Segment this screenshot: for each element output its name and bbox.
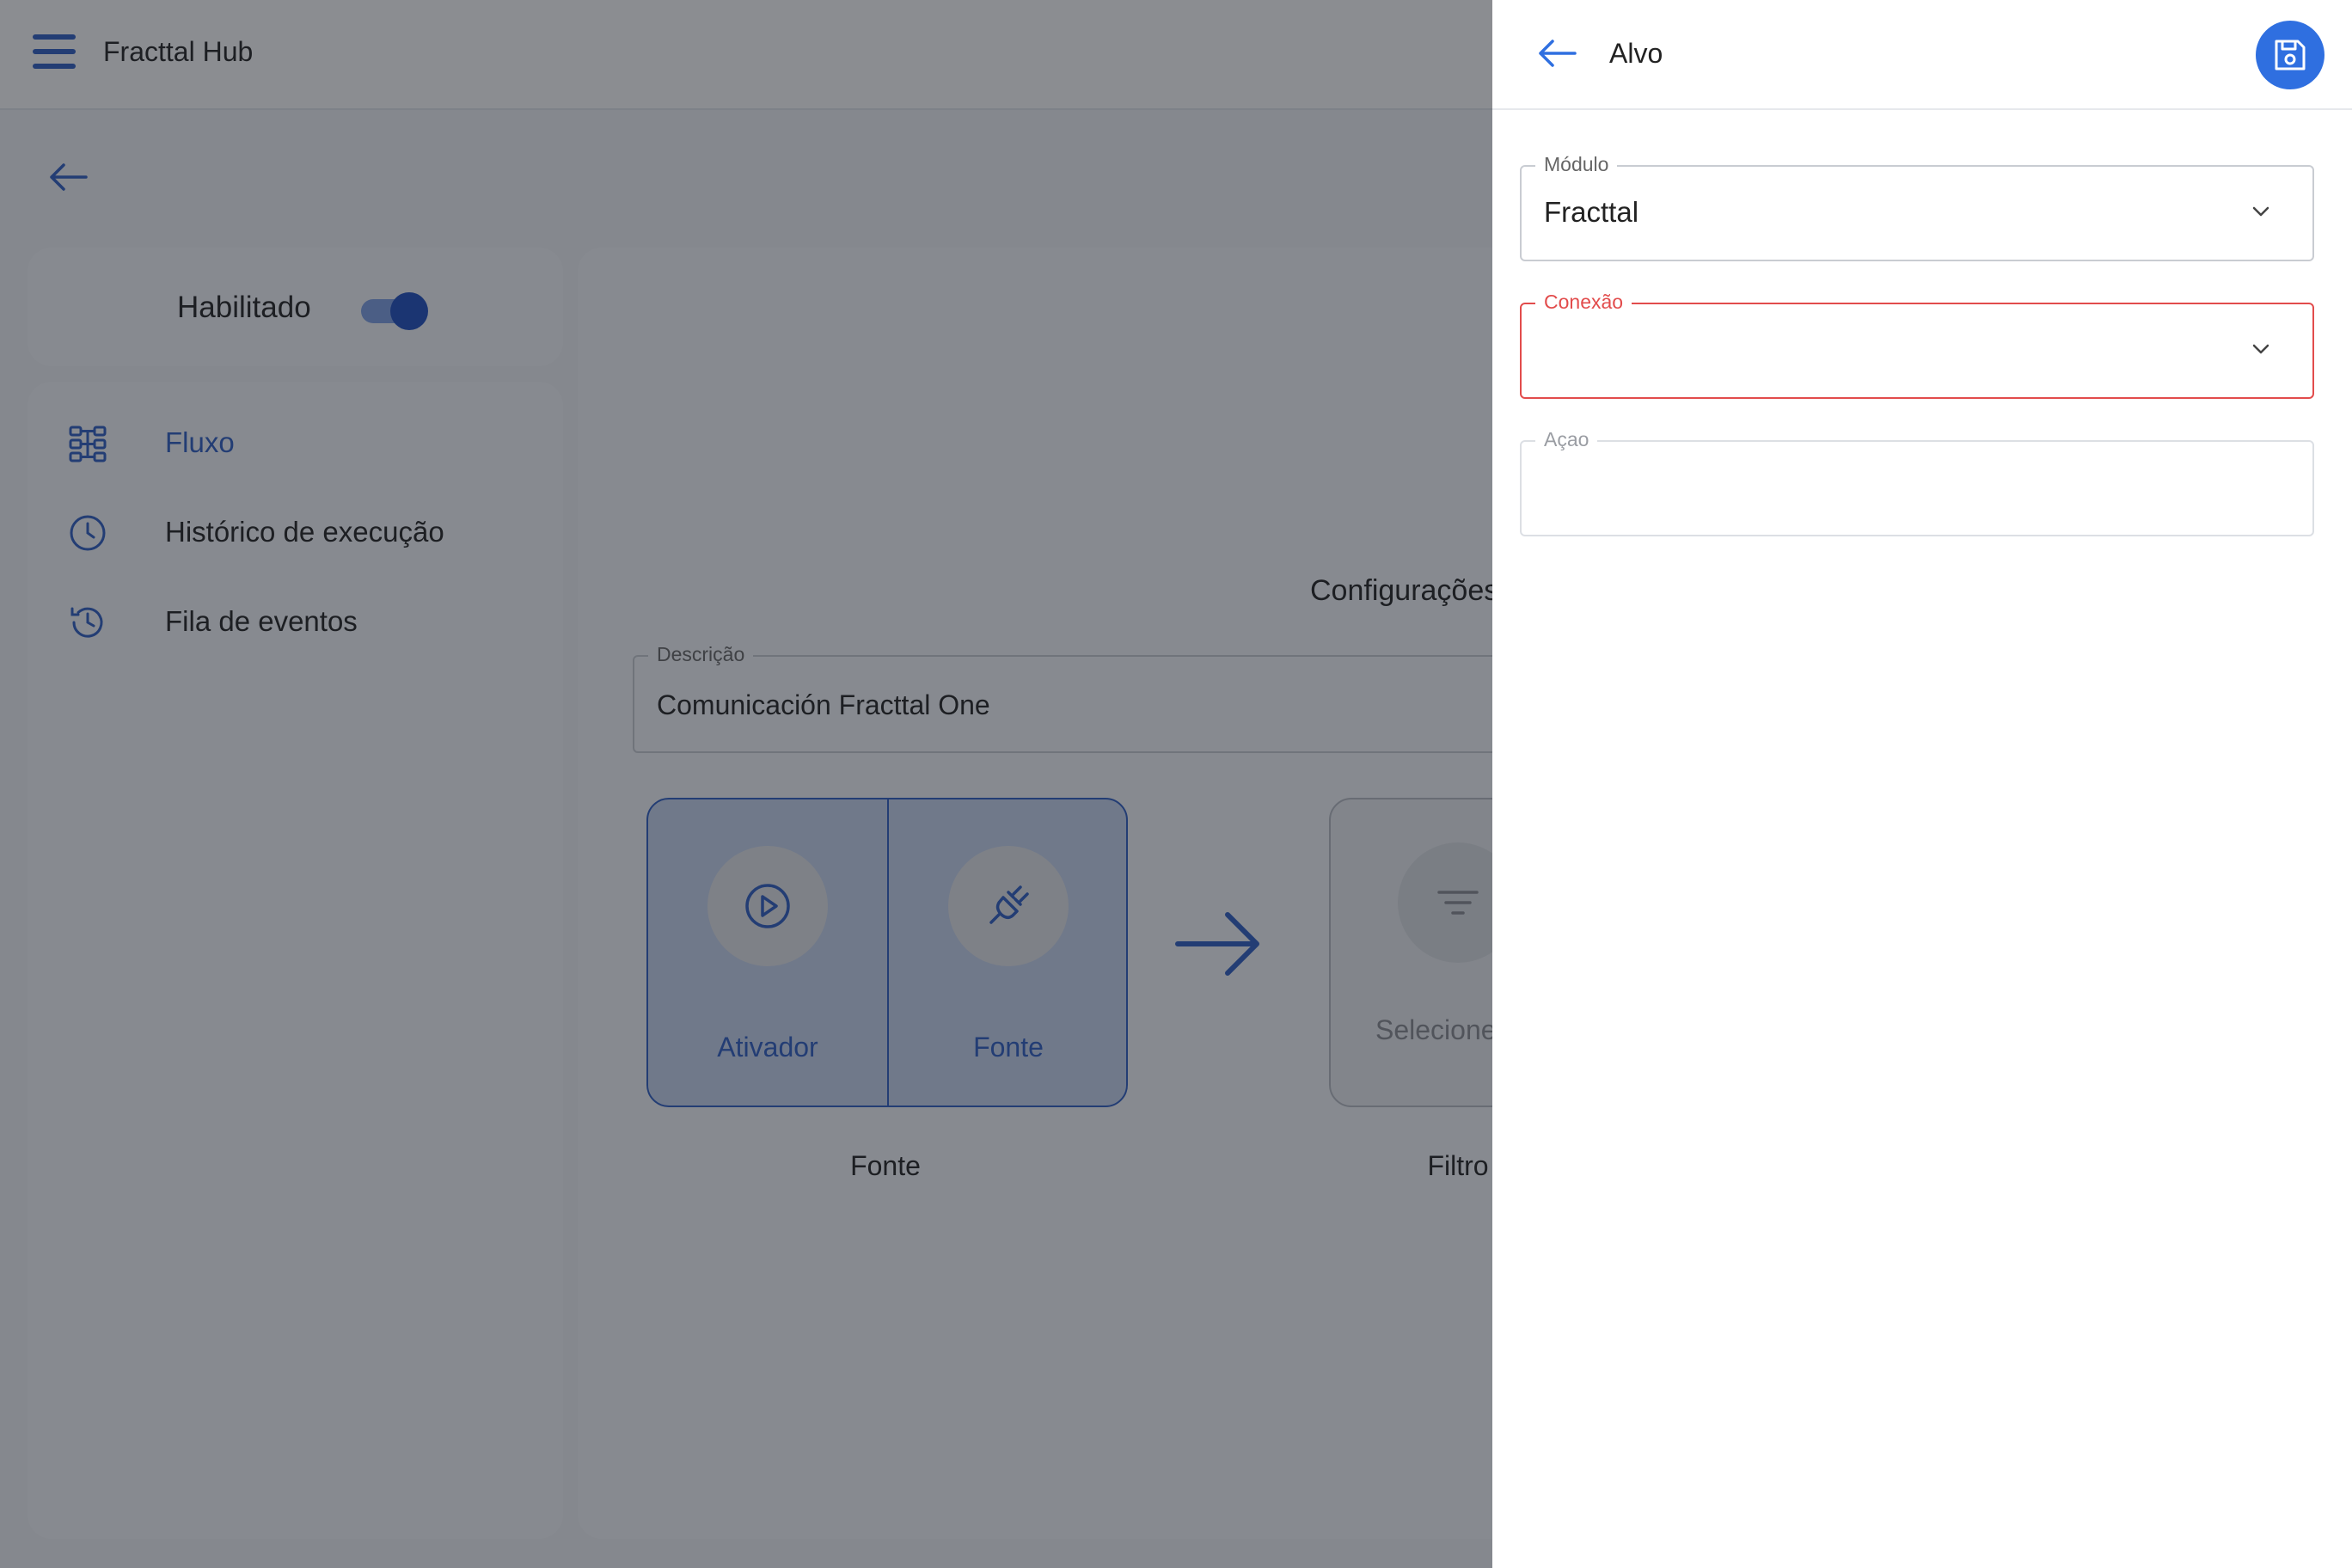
save-icon: [2275, 40, 2306, 70]
module-label: Módulo: [1535, 153, 1618, 176]
connection-select[interactable]: Conexão: [1520, 291, 2314, 399]
chevron-down-icon: [2252, 344, 2269, 354]
panel-title: Alvo: [1609, 38, 1663, 69]
chevron-down-icon: [2252, 206, 2269, 217]
back-arrow-icon[interactable]: [1537, 36, 1577, 70]
action-select[interactable]: Açao: [1520, 428, 2314, 536]
action-label: Açao: [1535, 428, 1598, 451]
connection-label: Conexão: [1535, 291, 1632, 314]
module-value: Fracttal: [1544, 196, 1639, 228]
module-select[interactable]: Módulo Fracttal: [1520, 153, 2314, 261]
save-button[interactable]: [2256, 21, 2324, 89]
target-panel: Alvo Módulo Fracttal Conexão Açao: [1492, 0, 2352, 1568]
panel-header: Alvo: [1492, 0, 2352, 110]
